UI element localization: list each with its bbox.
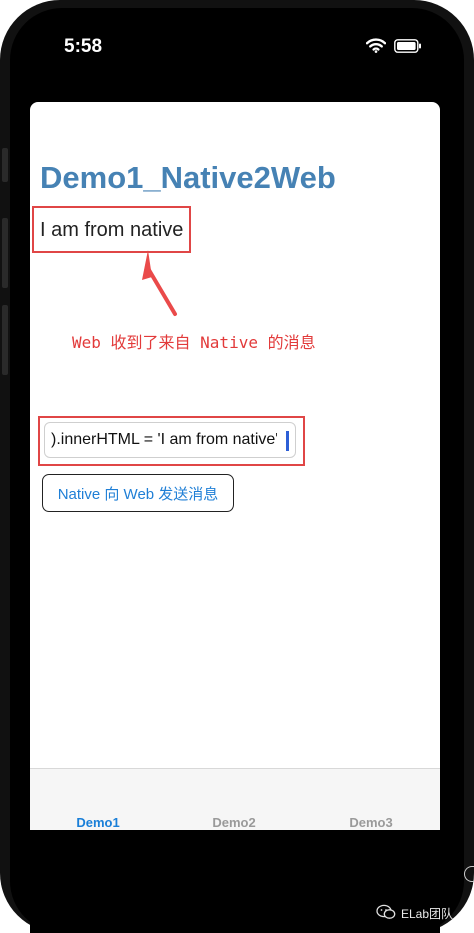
native-message-text: I am from native [40, 219, 184, 241]
wechat-icon [376, 904, 396, 923]
annotation-arrow-icon [142, 250, 177, 316]
watermark-text: ELab团队 [401, 907, 454, 921]
tab-demo1[interactable]: Demo1 [76, 815, 119, 830]
tab-demo3[interactable]: Demo3 [349, 815, 392, 830]
app-screen: Demo1_Native2Web I am from native Web 收到… [30, 102, 440, 830]
volume-up-button [2, 218, 8, 288]
status-time: 5:58 [64, 36, 103, 57]
annotation-text: Web 收到了来自 Native 的消息 [72, 333, 316, 352]
wifi-icon [366, 38, 386, 53]
page-title: Demo1_Native2Web [40, 160, 336, 195]
send-to-web-button[interactable]: Native 向 Web 发送消息 [42, 474, 234, 512]
tab-bar: Demo1 Demo2 Demo3 [30, 768, 440, 830]
status-icons [366, 38, 422, 53]
battery-icon [394, 38, 422, 53]
volume-down-button [2, 305, 8, 375]
watermark: ELab团队 [376, 904, 453, 923]
tab-demo2[interactable]: Demo2 [212, 815, 255, 830]
text-caret [286, 431, 289, 451]
mute-switch [2, 148, 8, 182]
floating-handle-icon [464, 866, 474, 882]
code-input[interactable] [44, 422, 296, 458]
